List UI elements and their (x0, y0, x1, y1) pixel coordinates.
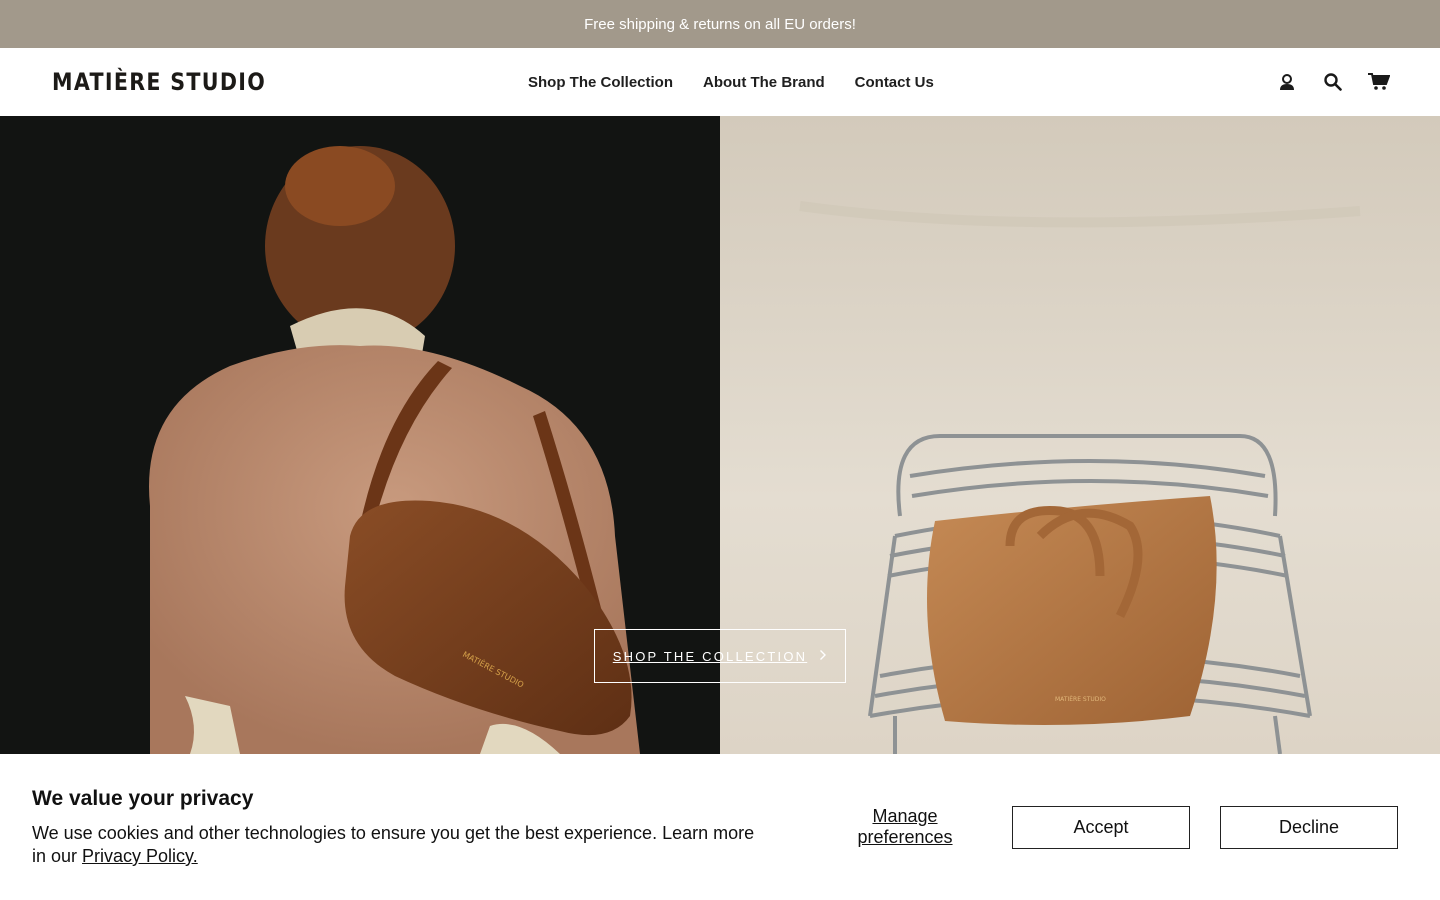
cookie-consent-banner: We value your privacy We use cookies and… (0, 754, 1440, 900)
chevron-right-icon (819, 649, 827, 664)
cart-icon[interactable] (1368, 71, 1390, 93)
announcement-text: Free shipping & returns on all EU orders… (584, 15, 856, 33)
consent-body: We use cookies and other technologies to… (32, 822, 772, 868)
main-nav: Shop The Collection About The Brand Cont… (528, 48, 934, 116)
nav-about-brand[interactable]: About The Brand (703, 74, 825, 91)
decline-button[interactable]: Decline (1220, 806, 1398, 849)
cta-label: SHOP THE COLLECTION (612, 648, 808, 664)
privacy-policy-link[interactable]: Privacy Policy. (82, 846, 198, 866)
search-icon[interactable] (1322, 71, 1344, 93)
site-header: MATIÈRE STUDIO Shop The Collection About… (0, 48, 1440, 116)
svg-text:MATIÈRE STUDIO: MATIÈRE STUDIO (1055, 695, 1106, 703)
account-icon[interactable] (1276, 71, 1298, 93)
nav-shop-collection[interactable]: Shop The Collection (528, 74, 673, 91)
announcement-bar: Free shipping & returns on all EU orders… (0, 0, 1440, 48)
shop-collection-button[interactable]: SHOP THE COLLECTION (594, 629, 846, 683)
accept-button[interactable]: Accept (1012, 806, 1190, 849)
manage-preferences-link[interactable]: Manage preferences (845, 806, 965, 848)
hero-banner: MATIÈRE STUDIO MATIÈRE STUDIO SHOP THE C… (0, 116, 1440, 754)
header-icons (1276, 48, 1390, 116)
consent-title: We value your privacy (32, 787, 254, 810)
brand-logo[interactable]: MATIÈRE STUDIO (52, 62, 266, 102)
nav-contact-us[interactable]: Contact Us (855, 74, 934, 91)
